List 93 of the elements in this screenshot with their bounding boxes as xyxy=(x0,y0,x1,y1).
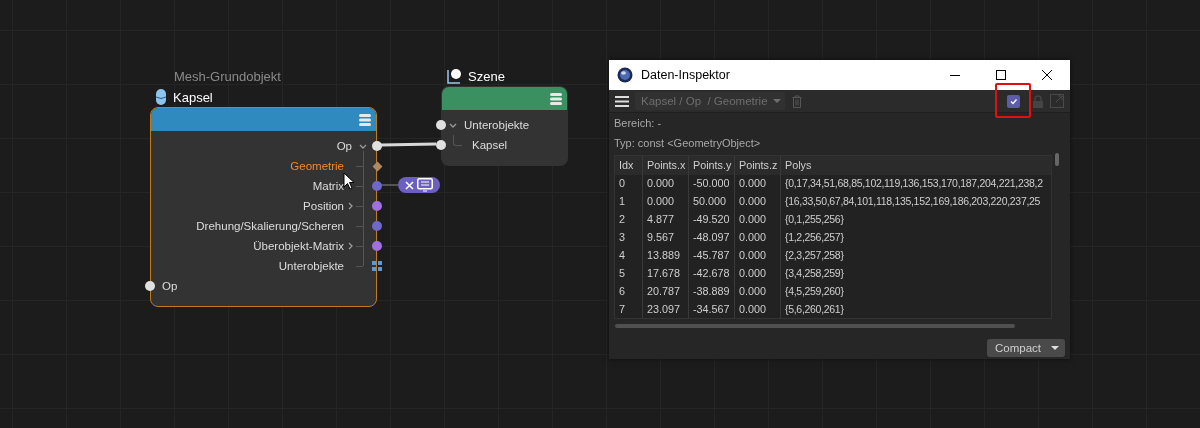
caret-icon xyxy=(773,99,781,103)
table-cell: 50.000 xyxy=(689,192,735,210)
wire xyxy=(380,184,399,186)
table-cell-text: {4,5,259,260} xyxy=(784,284,845,299)
table-cell: 9.567 xyxy=(643,228,689,246)
table-cell: -34.567 xyxy=(689,300,735,318)
port-label: Geometrie xyxy=(290,160,344,172)
table-cell: 0.000 xyxy=(643,192,689,210)
table-cell: 0.000 xyxy=(735,264,781,282)
monitor-icon xyxy=(417,178,433,192)
maximize-icon xyxy=(995,69,1007,81)
port-dot[interactable] xyxy=(372,141,382,151)
close-icon xyxy=(1041,69,1053,81)
table-cell: 0.000 xyxy=(735,300,781,318)
table-cell-text: {3,4,258,259} xyxy=(784,266,845,281)
port-label: Drehung/Skalierung/Scheren xyxy=(196,220,344,232)
chevron-down-icon[interactable] xyxy=(359,142,367,150)
port-label: Unterobjekte xyxy=(278,260,344,272)
table-cell: 6 xyxy=(615,282,643,300)
table-cell-text: {16,33,50,67,84,101,118,135,152,169,186,203,220,237,25 xyxy=(784,194,1042,209)
port-dot[interactable] xyxy=(372,221,382,231)
range-label: Bereich: - xyxy=(613,116,663,131)
port-dot[interactable] xyxy=(436,140,446,150)
port-dot[interactable] xyxy=(145,281,155,291)
port-label: Op xyxy=(162,280,178,292)
type-label: Typ: const <GeometryObject> xyxy=(613,136,762,151)
table-cell-text: {0,1,255,256} xyxy=(784,212,845,227)
table-cell-text: {0,17,34,51,68,85,102,119,136,153,170,187,204,221,238,2 xyxy=(784,176,1044,191)
port-label: Kapsel xyxy=(472,139,508,151)
scrollbar-thumb[interactable] xyxy=(615,324,1015,328)
column-header[interactable]: Polys xyxy=(781,156,1051,175)
table-cell: 5 xyxy=(615,264,643,282)
table-cell: 1 xyxy=(615,192,643,210)
table-cell: 0.000 xyxy=(643,174,689,192)
close-icon xyxy=(405,180,414,190)
table-cell: 3 xyxy=(615,228,643,246)
table-cell: 17.678 xyxy=(643,264,689,282)
caret-icon xyxy=(1051,346,1059,350)
app-logo-icon xyxy=(617,67,633,83)
table-cell: 2 xyxy=(615,210,643,228)
chevron-right-icon[interactable] xyxy=(346,202,354,210)
port-label: Op xyxy=(336,140,352,152)
table-cell: 0.000 xyxy=(735,210,781,228)
node-title: Szene xyxy=(468,68,505,84)
node-subtitle: Mesh-Grundobjekt xyxy=(173,68,282,86)
port-label: Überobjekt-Matrix xyxy=(253,240,344,252)
port-label: Unterobjekte xyxy=(464,119,530,131)
table-cell-text: {2,3,257,258} xyxy=(784,248,845,263)
node-title: Kapsel xyxy=(173,89,213,105)
table-cell: -50.000 xyxy=(689,174,735,192)
chevron-down-icon[interactable] xyxy=(449,121,457,129)
check-icon xyxy=(1009,96,1018,106)
port-grid-icon[interactable] xyxy=(372,261,382,271)
table-cell: 7 xyxy=(615,300,643,318)
scene-icon xyxy=(446,68,462,84)
cursor-icon xyxy=(343,172,355,190)
port-label: Matrix xyxy=(312,180,344,192)
view-mode-dropdown[interactable]: Compact xyxy=(986,339,1065,357)
port-dot[interactable] xyxy=(372,241,382,251)
wire xyxy=(380,142,437,147)
table-cell: 23.097 xyxy=(643,300,689,318)
chevron-right-icon[interactable] xyxy=(346,242,354,250)
table-cell: 4.877 xyxy=(643,210,689,228)
table-cell: -45.787 xyxy=(689,246,735,264)
table-cell: 0.000 xyxy=(735,246,781,264)
table-cell: 13.889 xyxy=(643,246,689,264)
table-cell: 0.000 xyxy=(735,174,781,192)
window-title: Daten-Inspektor xyxy=(641,68,731,82)
table-cell: 0.000 xyxy=(735,282,781,300)
port-label: Position xyxy=(303,200,344,212)
column-header[interactable]: Idx xyxy=(615,156,643,175)
scrollbar-thumb[interactable] xyxy=(1055,153,1059,166)
table-cell-text: {1,2,256,257} xyxy=(784,230,845,245)
table-cell: 0.000 xyxy=(735,192,781,210)
table-cell: -48.097 xyxy=(689,228,735,246)
column-header[interactable]: Points.x xyxy=(643,156,689,175)
port-dot[interactable] xyxy=(372,201,382,211)
connection-badge[interactable] xyxy=(398,177,440,193)
table-cell-text: {5,6,260,261} xyxy=(784,302,845,317)
capsule-icon xyxy=(155,89,167,105)
table-cell: -49.520 xyxy=(689,210,735,228)
table-cell: 20.787 xyxy=(643,282,689,300)
menu-icon[interactable] xyxy=(615,94,629,108)
column-header[interactable]: Points.z xyxy=(735,156,781,175)
table-cell: -42.678 xyxy=(689,264,735,282)
checkbox[interactable] xyxy=(1007,94,1020,108)
table-cell: -38.889 xyxy=(689,282,735,300)
column-header[interactable]: Points.y xyxy=(689,156,735,175)
port-dot[interactable] xyxy=(372,181,382,191)
port-dot[interactable] xyxy=(436,120,446,130)
table-cell: 0 xyxy=(615,174,643,192)
table-cell: 4 xyxy=(615,246,643,264)
table-cell: 0.000 xyxy=(735,228,781,246)
